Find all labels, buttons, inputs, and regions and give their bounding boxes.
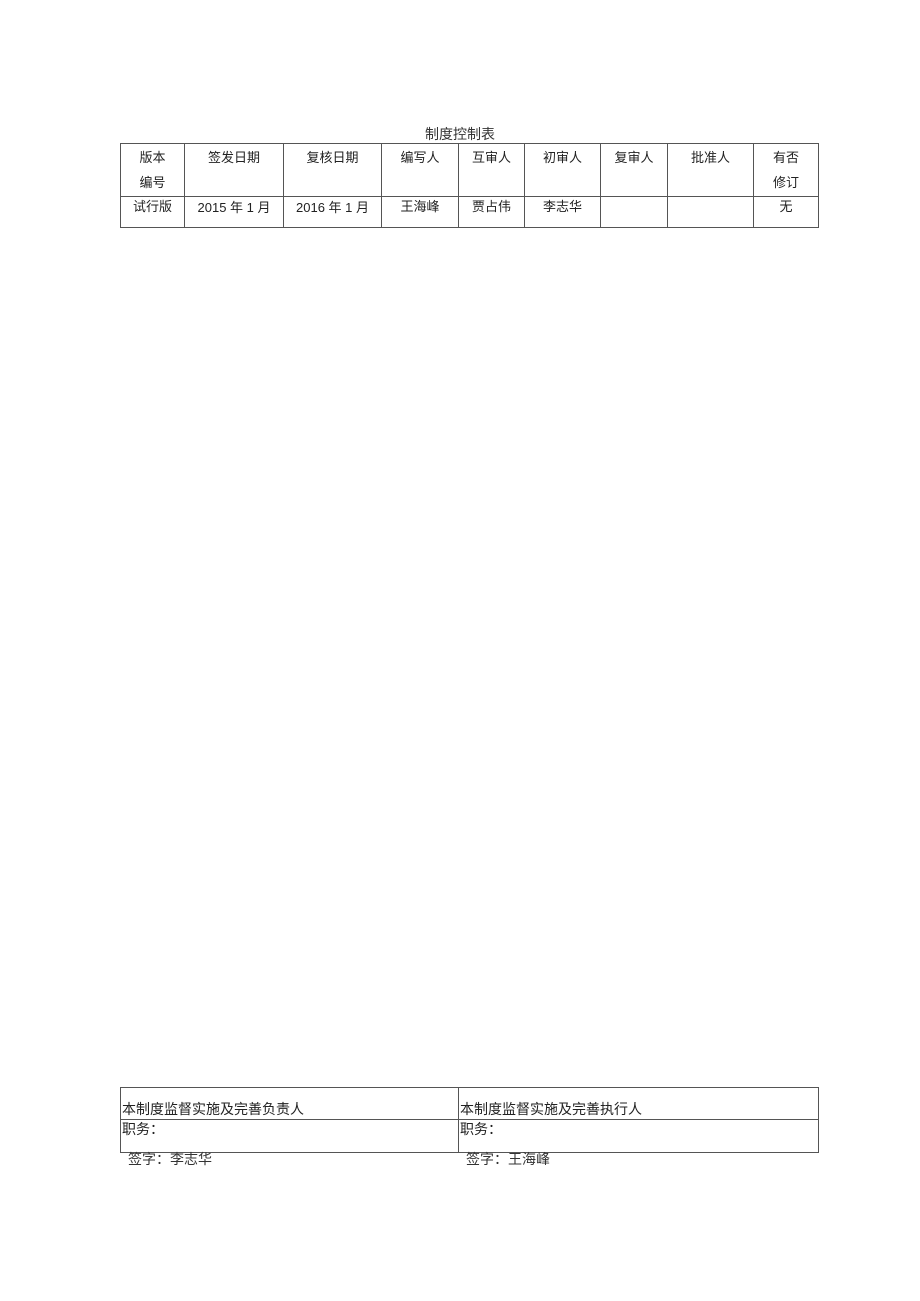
executor-heading: 本制度监督实施及完善执行人 [458, 1087, 819, 1120]
cell-revised: 无 [753, 196, 819, 228]
header-text: 修订 [772, 176, 799, 191]
cell-peer-reviewer: 贾占伟 [458, 196, 525, 228]
header-text: 互审人 [471, 151, 511, 166]
executor-position-label: 职务： [458, 1119, 819, 1153]
header-text: 有否 [772, 151, 799, 166]
header-text: 版本 [139, 151, 166, 166]
header-text: 初审人 [542, 151, 582, 166]
cell-approver [667, 196, 754, 228]
header-first-reviewer: 初审人 [524, 143, 601, 197]
header-review-date: 复核日期 [283, 143, 382, 197]
responsibility-heading-row: 本制度监督实施及完善负责人 本制度监督实施及完善执行人 [120, 1087, 819, 1120]
header-text: 编写人 [400, 151, 440, 166]
cell-second-reviewer [600, 196, 668, 228]
document-title: 制度控制表 [425, 127, 495, 143]
cell-review-date: 2016 年 1 月 [283, 196, 382, 228]
header-issue-date: 签发日期 [184, 143, 284, 197]
header-approver: 批准人 [667, 143, 754, 197]
header-peer-reviewer: 互审人 [458, 143, 525, 197]
responsible-signature: 签字：李志华 [128, 1152, 212, 1168]
control-table-header-row: 版本编号 签发日期 复核日期 编写人 互审人 初审人 复审人 批准人 有否修订 [120, 143, 819, 197]
table-row: 试行版 2015 年 1 月 2016 年 1 月 王海峰 贾占伟 李志华 无 [120, 196, 819, 228]
header-text: 编号 [139, 176, 166, 191]
header-second-reviewer: 复审人 [600, 143, 668, 197]
responsibility-table: 本制度监督实施及完善负责人 本制度监督实施及完善执行人 职务： 职务： [120, 1087, 819, 1153]
cell-author: 王海峰 [381, 196, 459, 228]
header-text: 签发日期 [207, 151, 260, 166]
cell-version: 试行版 [120, 196, 185, 228]
header-text: 复审人 [614, 151, 654, 166]
header-text: 批准人 [690, 151, 730, 166]
responsible-person-heading: 本制度监督实施及完善负责人 [120, 1087, 459, 1120]
header-text: 复核日期 [306, 151, 359, 166]
executor-signature: 签字：王海峰 [466, 1152, 550, 1168]
cell-first-reviewer: 李志华 [524, 196, 601, 228]
header-author: 编写人 [381, 143, 459, 197]
header-revised: 有否 修订 [753, 143, 819, 197]
cell-issue-date: 2015 年 1 月 [184, 196, 284, 228]
responsible-position-label: 职务： [120, 1119, 459, 1153]
header-version-number: 版本 编号 [120, 143, 185, 197]
control-table: 版本 编号 签发日期 复核日期 编写人 互审人 初审人 复审人 批准人 有否 修订 … [120, 143, 819, 228]
position-row: 职务： 职务： [120, 1119, 819, 1153]
